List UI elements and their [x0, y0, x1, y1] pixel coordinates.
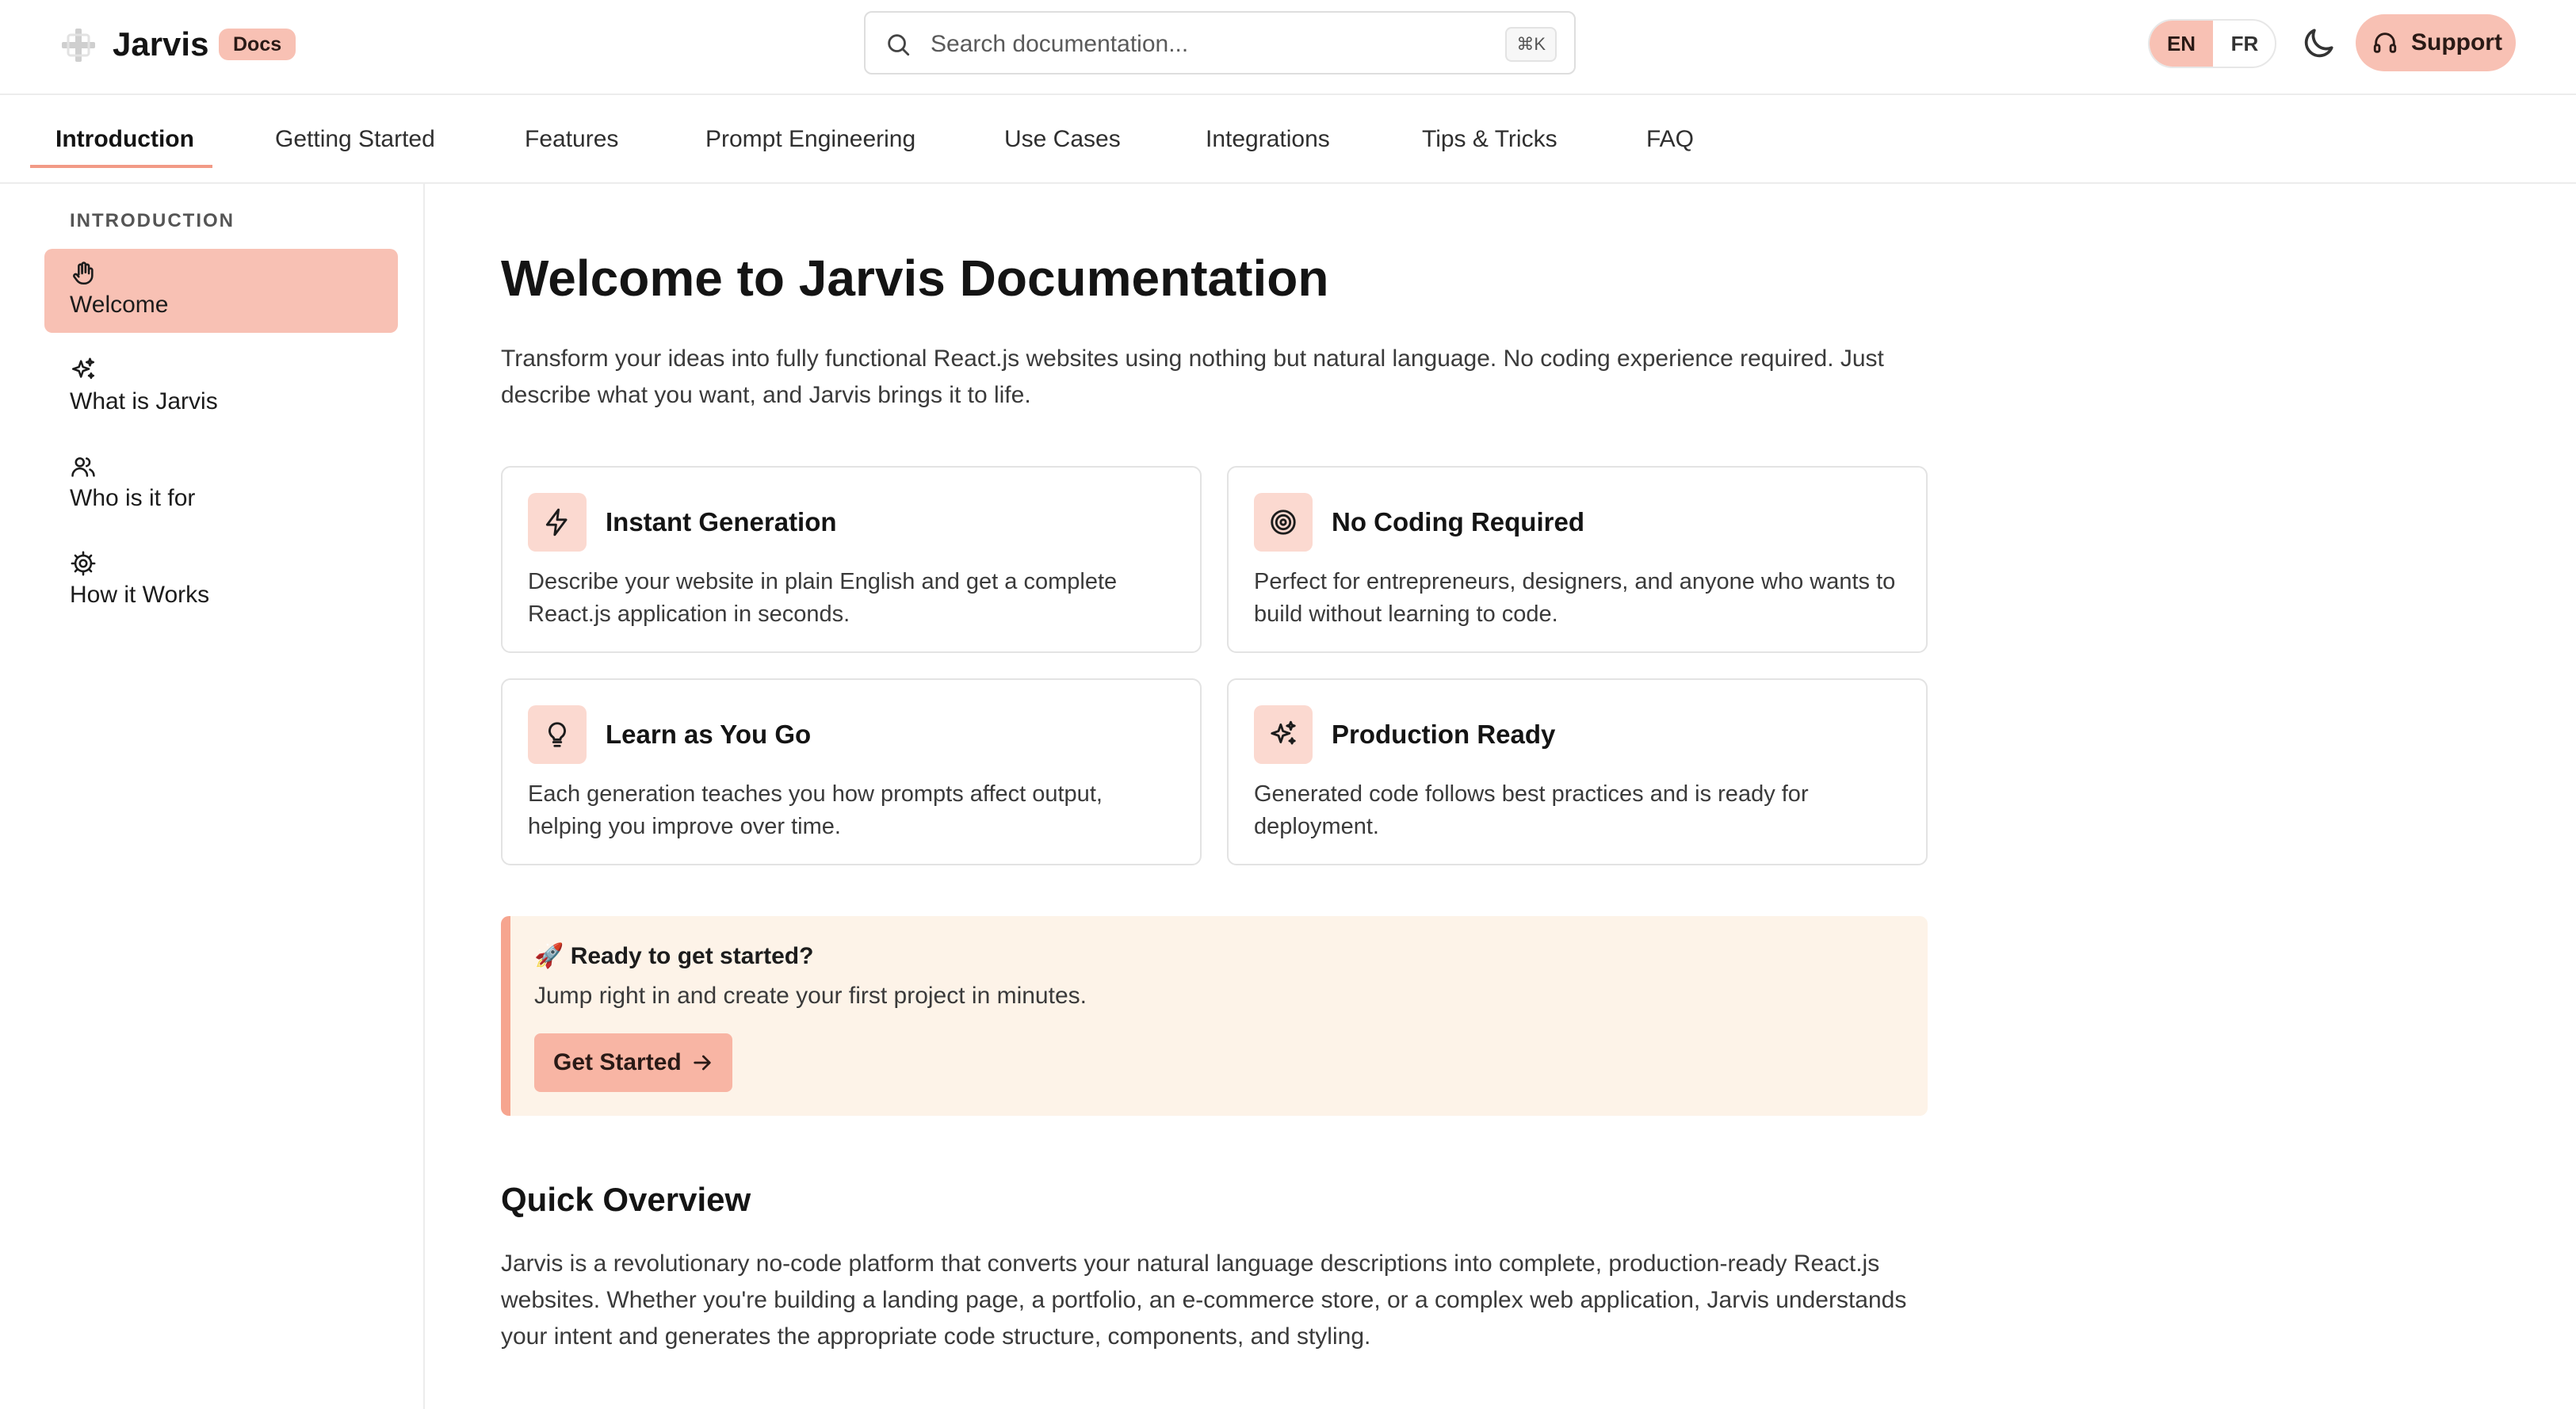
search-icon — [885, 31, 912, 58]
search-input[interactable]: Search documentation... — [931, 30, 1188, 59]
card-title: Production Ready — [1332, 718, 1555, 751]
feature-card-no-coding: No Coding Required Perfect for entrepren… — [1227, 466, 1928, 653]
callout-title: 🚀 Ready to get started? — [534, 941, 813, 972]
active-tab-indicator — [30, 165, 212, 168]
callout-description: Jump right in and create your first proj… — [534, 981, 1087, 1011]
card-description: Generated code follows best practices an… — [1254, 778, 1904, 843]
search-bar[interactable]: Search documentation... ⌘K — [864, 11, 1576, 74]
top-header: Jarvis Docs Search documentation... ⌘K E… — [0, 0, 2576, 95]
tab-faq[interactable]: FAQ — [1646, 124, 1694, 155]
sidebar-item-label: How it Works — [70, 580, 209, 610]
card-title: Learn as You Go — [606, 718, 811, 751]
language-fr-button[interactable]: FR — [2213, 21, 2276, 67]
main-content: Welcome to Jarvis Documentation Transfor… — [426, 184, 2576, 1409]
lightning-icon — [528, 493, 587, 552]
moon-icon[interactable] — [2299, 24, 2338, 63]
language-switcher: EN FR — [2148, 19, 2276, 68]
get-started-button[interactable]: Get Started — [534, 1033, 732, 1092]
app-name[interactable]: Jarvis — [113, 24, 208, 65]
search-shortcut: ⌘K — [1505, 27, 1557, 62]
users-icon — [70, 453, 97, 480]
tab-prompt-engineering[interactable]: Prompt Engineering — [705, 124, 915, 155]
sidebar-item-how-it-works[interactable]: How it Works — [44, 539, 398, 623]
tab-tips-tricks[interactable]: Tips & Tricks — [1422, 124, 1557, 155]
feature-card-instant-generation: Instant Generation Describe your website… — [501, 466, 1202, 653]
sidebar-item-who-is-it-for[interactable]: Who is it for — [44, 442, 398, 526]
arrow-right-icon — [690, 1049, 715, 1076]
sidebar-item-welcome[interactable]: Welcome — [44, 249, 398, 333]
support-label: Support — [2411, 28, 2502, 58]
card-description: Describe your website in plain English a… — [528, 566, 1178, 631]
sidebar-item-label: What is Jarvis — [70, 387, 218, 417]
gear-icon — [70, 550, 97, 577]
sparkles-icon — [70, 357, 97, 384]
card-title: No Coding Required — [1332, 506, 1584, 539]
jarvis-logo-icon[interactable] — [60, 27, 97, 63]
tab-features[interactable]: Features — [525, 124, 618, 155]
sidebar-item-what-is-jarvis[interactable]: What is Jarvis — [44, 346, 398, 430]
target-icon — [1254, 493, 1313, 552]
card-description: Each generation teaches you how prompts … — [528, 778, 1178, 843]
language-en-button[interactable]: EN — [2150, 21, 2213, 67]
lightbulb-icon — [528, 705, 587, 764]
sidebar-item-label: Welcome — [70, 290, 168, 320]
tab-use-cases[interactable]: Use Cases — [1004, 124, 1121, 155]
sidebar: INTRODUCTION Welcome What is Jarvis — [0, 184, 425, 1409]
tab-getting-started[interactable]: Getting Started — [275, 124, 435, 155]
get-started-label: Get Started — [553, 1048, 682, 1078]
support-button[interactable]: Support — [2356, 14, 2516, 71]
feature-card-learn-as-you-go: Learn as You Go Each generation teaches … — [501, 678, 1202, 865]
headphones-icon — [2372, 29, 2398, 56]
card-title: Instant Generation — [606, 506, 837, 539]
overview-paragraph: Jarvis is a revolutionary no-code platfo… — [501, 1246, 1943, 1355]
sidebar-item-label: Who is it for — [70, 483, 195, 514]
sidebar-heading: INTRODUCTION — [70, 209, 235, 233]
hand-icon — [70, 260, 97, 287]
docs-badge: Docs — [219, 29, 296, 60]
feature-card-production-ready: Production Ready Generated code follows … — [1227, 678, 1928, 865]
sparkles-icon — [1254, 705, 1313, 764]
get-started-callout: 🚀 Ready to get started? Jump right in an… — [501, 916, 1928, 1116]
page-title: Welcome to Jarvis Documentation — [501, 247, 1328, 309]
top-tabs: Introduction Getting Started Features Pr… — [0, 95, 2576, 184]
intro-paragraph: Transform your ideas into fully function… — [501, 341, 1928, 414]
section-title-quick-overview: Quick Overview — [501, 1179, 751, 1220]
card-description: Perfect for entrepreneurs, designers, an… — [1254, 566, 1904, 631]
tab-introduction[interactable]: Introduction — [55, 124, 194, 155]
tab-integrations[interactable]: Integrations — [1206, 124, 1330, 155]
